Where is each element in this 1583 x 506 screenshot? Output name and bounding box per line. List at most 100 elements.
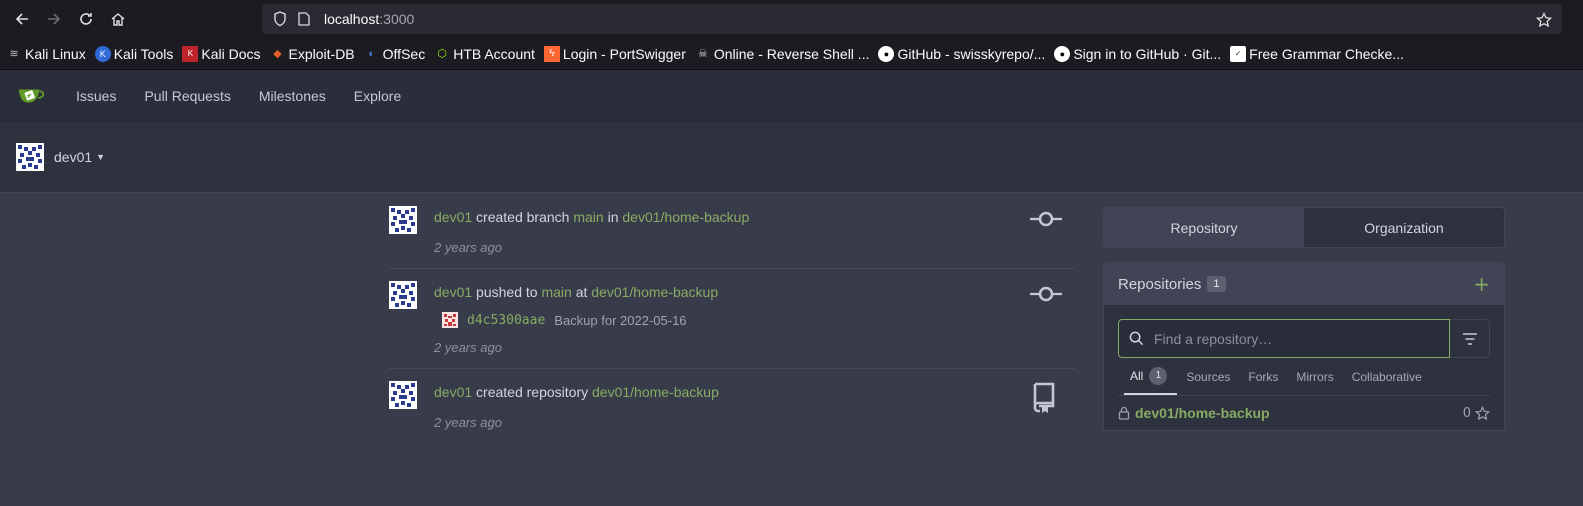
- repo-tab-all-label: All: [1130, 368, 1144, 383]
- repo-stars: 0: [1462, 405, 1490, 421]
- repositories-count-badge: 1: [1207, 276, 1226, 292]
- feed-repo-link[interactable]: dev01/home-backup: [591, 284, 718, 300]
- bookmark-kali-docs[interactable]: K Kali Docs: [182, 45, 261, 62]
- repo-tab-sources[interactable]: Sources: [1177, 358, 1239, 395]
- feed-user-link[interactable]: dev01: [434, 284, 472, 300]
- bookmark-github-swissky[interactable]: ● GitHub - swisskyrepo/...: [878, 45, 1046, 62]
- repo-tab-collaborative[interactable]: Collaborative: [1343, 358, 1431, 395]
- avatar: [16, 143, 44, 171]
- url-host: localhost: [324, 11, 380, 27]
- nav-issues[interactable]: Issues: [76, 88, 116, 104]
- caret-down-icon: ▼: [96, 152, 106, 162]
- bookmark-kali-tools[interactable]: K Kali Tools: [94, 45, 174, 62]
- gitea-logo-icon[interactable]: [16, 81, 46, 111]
- reload-button[interactable]: [70, 3, 102, 35]
- repo-tab-all-count: 1: [1149, 366, 1168, 385]
- repo-filter-button[interactable]: [1450, 319, 1490, 358]
- repo-tab-all[interactable]: All 1: [1124, 358, 1178, 395]
- arrow-left-icon: [15, 13, 28, 25]
- nav-pull-requests[interactable]: Pull Requests: [144, 88, 230, 104]
- tab-repository[interactable]: Repository: [1104, 208, 1304, 247]
- bookmark-github-signin[interactable]: ● Sign in to GitHub · Git...: [1054, 45, 1222, 62]
- home-button[interactable]: [102, 3, 134, 35]
- repo-list-item[interactable]: dev01/home-backup 0: [1104, 396, 1504, 430]
- github-icon: ●: [878, 45, 895, 62]
- bookmark-label: Free Grammar Checke...: [1249, 45, 1404, 62]
- commit-sha-link[interactable]: d4c5300aae: [467, 313, 545, 328]
- feed-action-text: created repository: [476, 384, 589, 400]
- bookmark-label: Online - Reverse Shell ...: [713, 45, 870, 62]
- page-icon[interactable]: [292, 7, 316, 31]
- bookmarks-bar: ≋ Kali Linux K Kali Tools K Kali Docs ◆ Expl…: [0, 38, 1583, 70]
- bookmark-label: Sign in to GitHub · Git...: [1073, 45, 1222, 62]
- url-bar[interactable]: localhost:3000: [262, 4, 1562, 34]
- repo-icon: [1031, 382, 1057, 418]
- feed-action-text: pushed to: [476, 284, 538, 300]
- repo-tab-forks[interactable]: Forks: [1239, 358, 1287, 395]
- feed-prep-text: in: [607, 209, 619, 225]
- repo-name-label: dev01/home-backup: [1135, 405, 1270, 421]
- avatar[interactable]: [389, 281, 417, 309]
- back-button[interactable]: [6, 3, 38, 35]
- lock-icon: [1118, 406, 1130, 420]
- bookmark-label: Exploit-DB: [288, 45, 355, 62]
- bookmark-grammar[interactable]: ✓ Free Grammar Checke...: [1230, 45, 1404, 62]
- kali-dragon-icon: ≋: [9, 48, 19, 60]
- context-user-dropdown[interactable]: dev01 ▼: [54, 149, 105, 165]
- feed-repo-link[interactable]: dev01/home-backup: [622, 209, 749, 225]
- repositories-title-label: Repositories: [1118, 275, 1202, 293]
- kali-tools-icon: K: [94, 45, 111, 62]
- tab-organization[interactable]: Organization: [1304, 208, 1504, 247]
- avatar[interactable]: [389, 381, 417, 409]
- shield-icon[interactable]: [268, 7, 292, 31]
- feed-user-link[interactable]: dev01: [434, 384, 472, 400]
- repo-name-link[interactable]: dev01/home-backup: [1118, 405, 1270, 421]
- feed-item: dev01 created branch main in dev01/home-…: [389, 194, 1075, 269]
- repo-star-count: 0: [1462, 405, 1471, 421]
- git-commit-icon: [1030, 286, 1062, 306]
- htb-cube-icon: ⬡: [437, 48, 447, 60]
- feed-branch-link[interactable]: main: [573, 209, 603, 225]
- nav-milestones[interactable]: Milestones: [259, 88, 326, 104]
- repositories-title: Repositories 1: [1118, 276, 1226, 293]
- feed-branch-link[interactable]: main: [541, 284, 571, 300]
- bookmark-portswigger[interactable]: ϟ Login - PortSwigger: [543, 45, 686, 62]
- activity-feed: dev01 created branch main in dev01/home-…: [389, 194, 1075, 443]
- bookmark-exploit-db[interactable]: ◆ Exploit-DB: [270, 45, 355, 62]
- forward-button[interactable]: [38, 3, 70, 35]
- context-bar: dev01 ▼: [0, 122, 1583, 193]
- context-user-label: dev01: [54, 149, 93, 165]
- kali-docs-icon: K: [182, 45, 199, 62]
- bookmark-label: OffSec: [382, 45, 426, 62]
- commit-author-avatar: [442, 312, 458, 328]
- exploit-db-icon: ◆: [273, 48, 282, 60]
- bookmark-htb[interactable]: ⬡ HTB Account: [434, 46, 535, 62]
- feed-item: dev01 pushed to main at dev01/home-backu…: [389, 269, 1075, 369]
- nav-explore[interactable]: Explore: [354, 88, 401, 104]
- commit-message: Backup for 2022-05-16: [554, 312, 687, 328]
- skull-icon: ☠: [697, 48, 708, 60]
- repo-tab-mirrors[interactable]: Mirrors: [1287, 358, 1342, 395]
- url-text[interactable]: localhost:3000: [324, 11, 414, 27]
- repo-search-input[interactable]: [1154, 330, 1434, 347]
- bookmark-label: Kali Tools: [113, 45, 174, 62]
- repo-search-box[interactable]: [1118, 319, 1450, 358]
- feed-user-link[interactable]: dev01: [434, 209, 472, 225]
- reload-icon: [80, 13, 92, 25]
- new-repository-plus-icon[interactable]: +: [1473, 272, 1490, 296]
- bookmark-reverse-shell[interactable]: ☠ Online - Reverse Shell ...: [695, 46, 870, 62]
- bookmark-star-icon[interactable]: [1532, 8, 1556, 32]
- bookmark-offsec[interactable]: ◐ OffSec: [364, 45, 426, 62]
- dashboard-sidebar: Repository Organization Repositories 1 +: [1103, 207, 1505, 431]
- filter-icon: [1462, 332, 1477, 345]
- feed-prep-text: at: [575, 284, 588, 300]
- feed-repo-link[interactable]: dev01/home-backup: [592, 384, 719, 400]
- feed-time: 2 years ago: [434, 340, 502, 355]
- feed-time: 2 years ago: [434, 240, 502, 255]
- bookmark-label: GitHub - swisskyrepo/...: [897, 45, 1046, 62]
- feed-item: dev01 created repository dev01/home-back…: [389, 369, 1075, 443]
- repositories-panel: Repositories 1 + All 1 Sources Forks Mirr…: [1103, 262, 1505, 431]
- avatar[interactable]: [389, 206, 417, 234]
- bookmark-kali-linux[interactable]: ≋ Kali Linux: [6, 46, 85, 62]
- repo-search-row: [1118, 319, 1490, 358]
